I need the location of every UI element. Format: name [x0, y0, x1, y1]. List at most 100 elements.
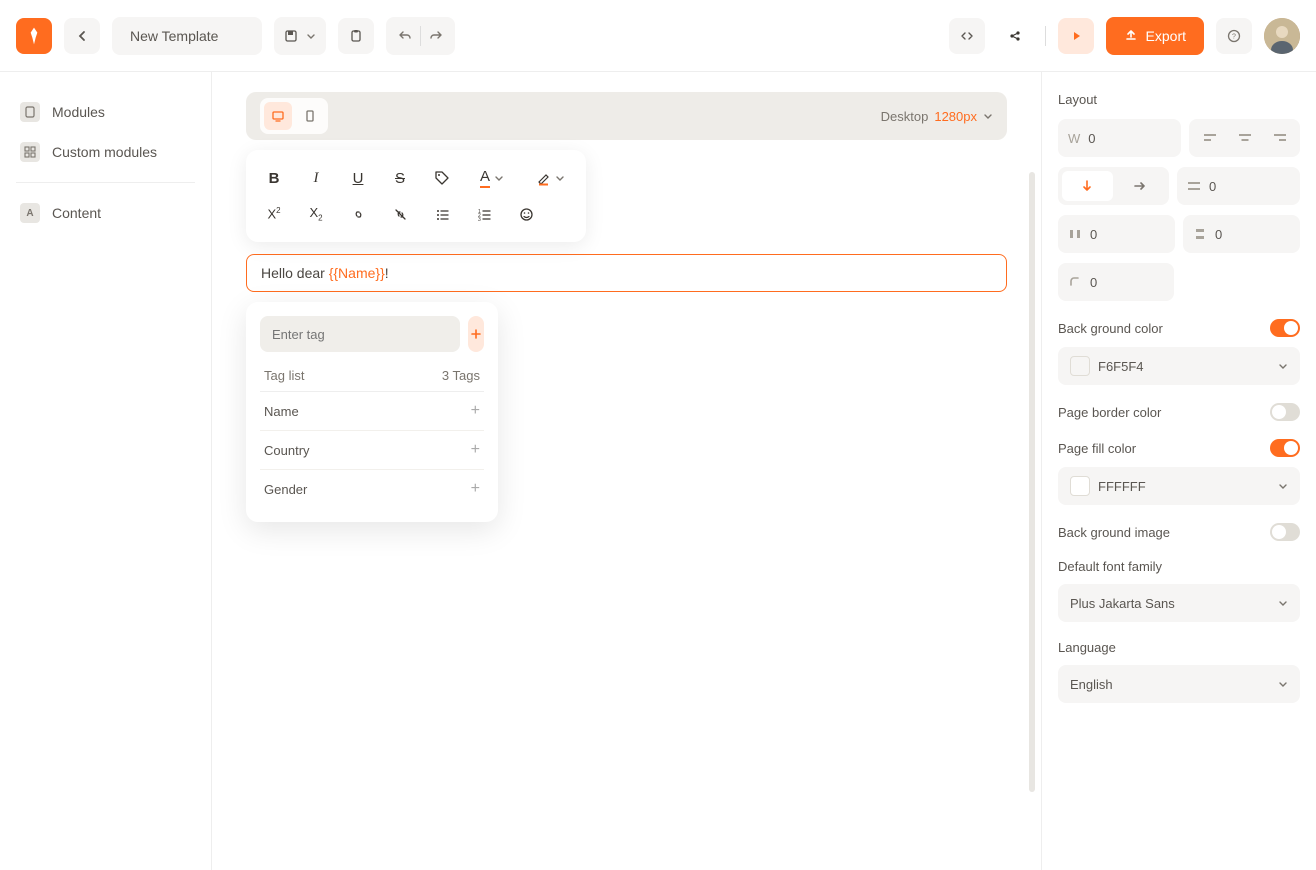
- direction-group: [1058, 167, 1169, 205]
- emoji-icon: [519, 207, 534, 222]
- direction-horizontal[interactable]: [1115, 171, 1166, 201]
- radius-field[interactable]: [1058, 263, 1174, 301]
- scrollbar[interactable]: [1029, 172, 1035, 792]
- tag-popup: Tag list 3 Tags Name + Country + Gender …: [246, 302, 498, 522]
- link-icon: [351, 207, 366, 222]
- font-select[interactable]: Plus Jakarta Sans: [1058, 584, 1300, 622]
- text-block[interactable]: Hello dear {{Name}}!: [246, 254, 1007, 292]
- export-icon: [1124, 29, 1138, 43]
- tag-insert-button[interactable]: +: [471, 480, 480, 498]
- gap-icon: [1187, 180, 1201, 192]
- lang-select[interactable]: English: [1058, 665, 1300, 703]
- export-button[interactable]: Export: [1106, 17, 1204, 55]
- text-toolbar: B I U S A X2 X2 123: [246, 150, 586, 242]
- fill-color-select[interactable]: FFFFFF: [1058, 467, 1300, 505]
- padding-right-input[interactable]: [1215, 227, 1255, 242]
- strikethrough-button[interactable]: S: [380, 160, 420, 196]
- undo-redo-group: [386, 17, 455, 55]
- subscript-button[interactable]: X2: [296, 196, 336, 232]
- app-logo: [16, 18, 52, 54]
- redo-button[interactable]: [429, 29, 443, 43]
- user-avatar[interactable]: [1264, 18, 1300, 54]
- device-bar: Desktop 1280px: [246, 92, 1007, 140]
- bold-button[interactable]: B: [254, 160, 294, 196]
- lang-value: English: [1070, 677, 1113, 692]
- highlight-button[interactable]: [522, 160, 578, 196]
- chevron-down-icon: [494, 173, 504, 183]
- template-title[interactable]: New Template: [112, 17, 262, 55]
- width-field[interactable]: W: [1058, 119, 1181, 157]
- share-button[interactable]: [997, 18, 1033, 54]
- device-size: 1280px: [934, 109, 977, 124]
- canvas-area: Desktop 1280px B I U S A X2 X2 123: [212, 72, 1041, 870]
- tag-list-title: Tag list: [264, 368, 304, 383]
- undo-button[interactable]: [398, 29, 412, 43]
- sidebar-item-content[interactable]: A Content: [16, 193, 195, 233]
- link-button[interactable]: [338, 196, 378, 232]
- device-name: Desktop: [881, 109, 929, 124]
- sidebar-item-custom-modules[interactable]: Custom modules: [16, 132, 195, 172]
- width-label: W: [1068, 131, 1080, 146]
- preview-button[interactable]: [1058, 18, 1094, 54]
- padding-left-input[interactable]: [1090, 227, 1130, 242]
- back-button[interactable]: [64, 18, 100, 54]
- clipboard-button[interactable]: [338, 18, 374, 54]
- play-icon: [1070, 30, 1082, 42]
- width-input[interactable]: [1088, 131, 1128, 146]
- tag-insert-button[interactable]: +: [471, 402, 480, 420]
- font-value: Plus Jakarta Sans: [1070, 596, 1175, 611]
- chevron-down-icon: [306, 31, 316, 41]
- align-center[interactable]: [1228, 123, 1261, 153]
- tag-button[interactable]: [422, 160, 462, 196]
- topbar: New Template Export ?: [0, 0, 1316, 72]
- tag-insert-button[interactable]: +: [471, 441, 480, 459]
- code-button[interactable]: [949, 18, 985, 54]
- align-right[interactable]: [1263, 123, 1296, 153]
- bullet-list-button[interactable]: [422, 196, 462, 232]
- fill-color-label: Page fill color: [1058, 441, 1136, 456]
- divider: [16, 182, 195, 183]
- tag-input[interactable]: [260, 316, 460, 352]
- gap-field[interactable]: [1177, 167, 1300, 205]
- desktop-icon: [271, 109, 285, 123]
- tag-label: Name: [264, 404, 299, 419]
- border-color-toggle[interactable]: [1270, 403, 1300, 421]
- device-mobile[interactable]: [296, 102, 324, 130]
- chevron-down-icon: [1278, 679, 1288, 689]
- direction-vertical[interactable]: [1062, 171, 1113, 201]
- bg-color-value: F6F5F4: [1098, 359, 1144, 374]
- main: Modules Custom modules A Content Desktop…: [0, 72, 1316, 870]
- emoji-button[interactable]: [506, 196, 546, 232]
- chevron-down-icon: [555, 173, 565, 183]
- chevron-down-icon: [1278, 481, 1288, 491]
- device-desktop[interactable]: [264, 102, 292, 130]
- padding-right-field[interactable]: [1183, 215, 1300, 253]
- help-button[interactable]: ?: [1216, 18, 1252, 54]
- bg-image-toggle[interactable]: [1270, 523, 1300, 541]
- italic-button[interactable]: I: [296, 160, 336, 196]
- save-button[interactable]: [274, 17, 326, 55]
- template-title-text: New Template: [130, 28, 218, 44]
- align-left[interactable]: [1193, 123, 1226, 153]
- layout-title: Layout: [1058, 92, 1300, 107]
- numbered-list-icon: 123: [477, 207, 492, 222]
- underline-button[interactable]: U: [338, 160, 378, 196]
- gap-input[interactable]: [1209, 179, 1249, 194]
- fill-color-toggle[interactable]: [1270, 439, 1300, 457]
- padding-left-field[interactable]: [1058, 215, 1175, 253]
- tag-icon: [434, 170, 450, 186]
- text-after: !: [385, 265, 389, 281]
- bg-color-select[interactable]: F6F5F4: [1058, 347, 1300, 385]
- superscript-button[interactable]: X2: [254, 196, 294, 232]
- save-icon: [284, 29, 298, 43]
- bg-color-toggle[interactable]: [1270, 319, 1300, 337]
- tag-add-button[interactable]: [468, 316, 484, 352]
- text-color-button[interactable]: A: [464, 160, 520, 196]
- radius-input[interactable]: [1090, 275, 1130, 290]
- numbered-list-button[interactable]: 123: [464, 196, 504, 232]
- arrow-right-icon: [1133, 180, 1147, 192]
- sidebar-item-modules[interactable]: Modules: [16, 92, 195, 132]
- unlink-button[interactable]: [380, 196, 420, 232]
- device-label[interactable]: Desktop 1280px: [881, 109, 993, 124]
- export-label: Export: [1146, 28, 1186, 44]
